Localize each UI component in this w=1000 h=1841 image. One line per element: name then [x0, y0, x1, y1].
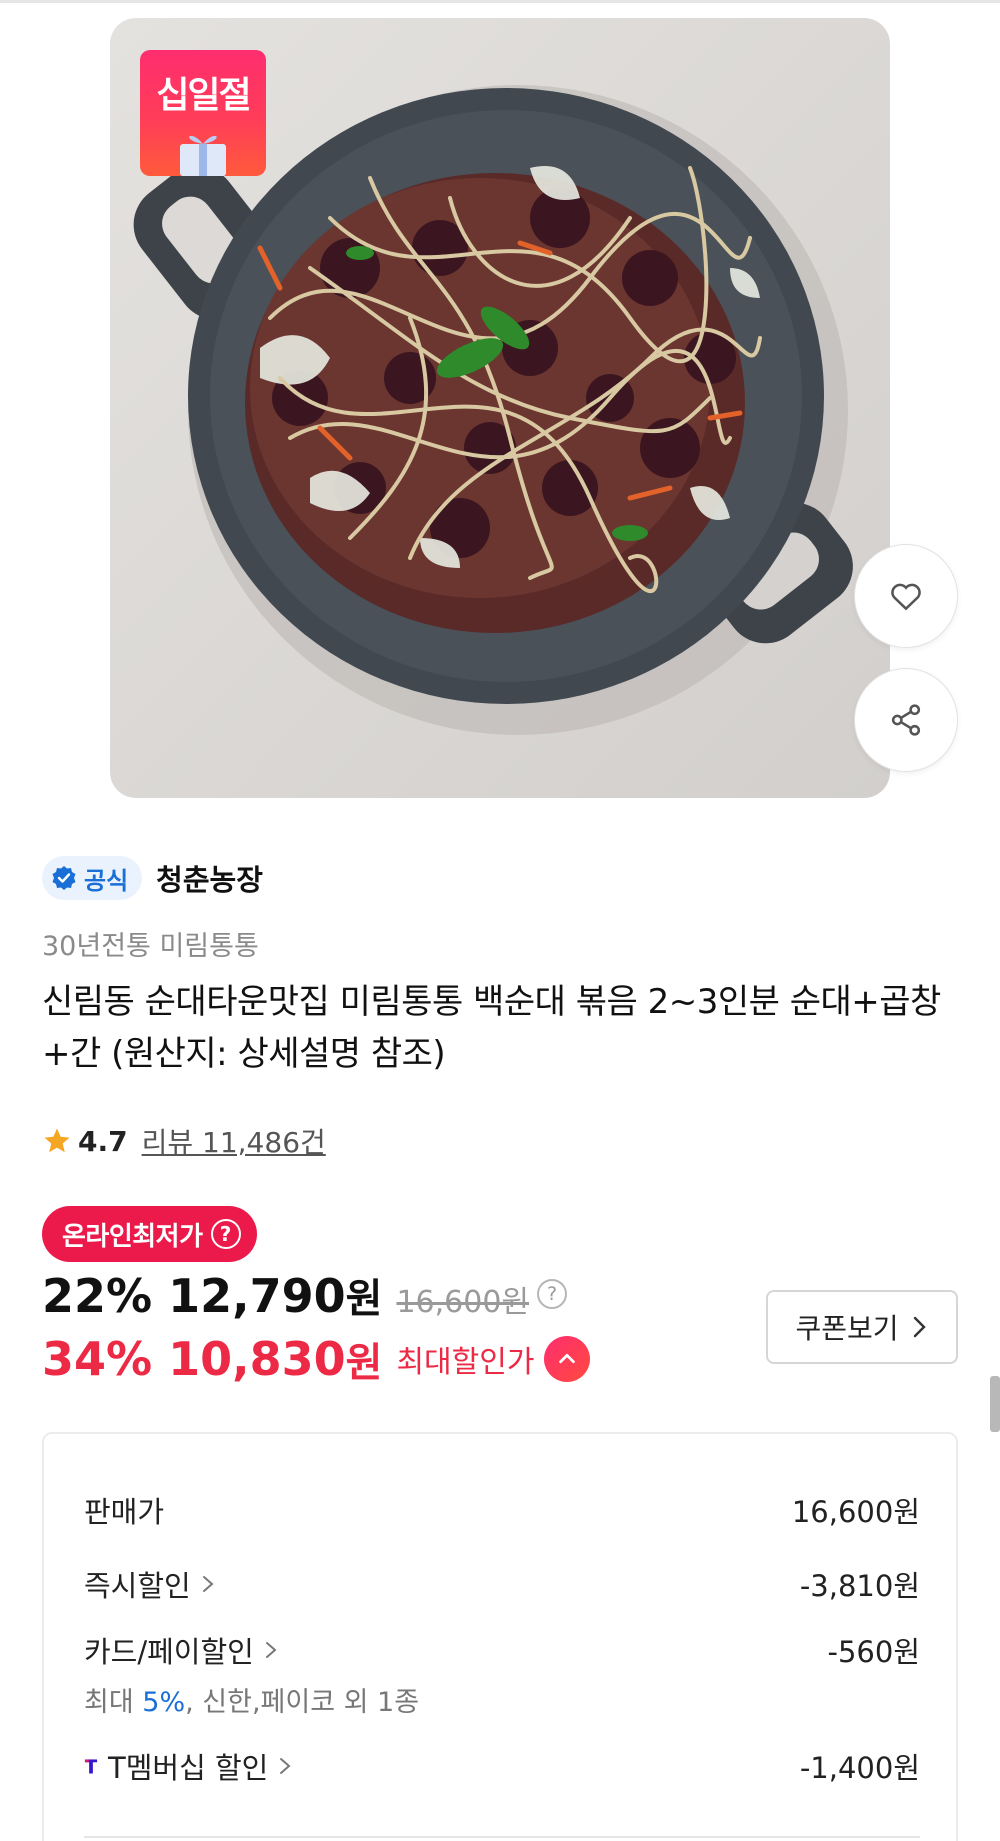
help-icon[interactable]: ? [210, 1219, 241, 1249]
seller-name[interactable]: 청춘농장 [156, 857, 263, 899]
price-breakdown: 판매가 16,600원 즉시할인 -3,810원 카드/페이할인 -560원 최… [42, 1432, 958, 1841]
t-membership-value: -1,400원 [799, 1751, 920, 1785]
event-badge-label: 십일절 [156, 75, 251, 116]
chevron-right-icon [265, 1642, 277, 1658]
chevron-up-icon [559, 1353, 576, 1364]
product-title: 신림동 순대타운맛집 미림통통 백순대 볶음 2~3인분 순대+곱창+간 (원산… [42, 982, 941, 1074]
brand-line[interactable]: 30년전통 미림통통 [42, 924, 259, 963]
instant-discount-value: -3,810원 [799, 1569, 920, 1603]
star-icon [44, 1128, 70, 1153]
rating-score: 4.7 [78, 1124, 128, 1158]
t-membership-label: T멤버십 할인 [108, 1751, 269, 1785]
discount-percent: 22% [42, 1269, 153, 1323]
card-detail-prefix: 최대 [84, 1687, 143, 1718]
max-discount-percent: 34% [42, 1332, 153, 1386]
coupon-button-label: 쿠폰보기 [795, 1312, 899, 1345]
review-count-link[interactable]: 리뷰 11,486건 [142, 1121, 326, 1161]
sale-price-unit: 원 [345, 1276, 383, 1322]
breakdown-divider [84, 1836, 920, 1838]
share-button[interactable] [854, 668, 958, 772]
sale-price-label: 판매가 [84, 1495, 165, 1529]
card-pay-discount-value: -560원 [827, 1635, 921, 1669]
sale-price-row: 22% 12,790 원 16,600원 ? [42, 1266, 568, 1323]
sale-price-value: 16,600원 [791, 1495, 920, 1529]
breakdown-row-sale-price: 판매가 16,600원 [84, 1488, 920, 1532]
rating-row[interactable]: 4.7 리뷰 11,486건 [42, 1120, 326, 1162]
official-badge: 공식 [42, 856, 143, 900]
card-pay-discount-detail: 최대 5%, 신한,페이코 외 1종 [84, 1680, 419, 1719]
wishlist-button[interactable] [854, 544, 958, 648]
breakdown-row-t-membership[interactable]: T멤버십 할인 -1,400원 [84, 1744, 920, 1788]
lowest-price-badge[interactable]: 온라인최저가 ? [42, 1206, 257, 1262]
official-label: 공식 [84, 866, 129, 895]
gift-icon [180, 135, 226, 176]
breakdown-row-instant-discount[interactable]: 즉시할인 -3,810원 [84, 1562, 920, 1606]
event-badge: 십일절 [140, 50, 266, 176]
breakdown-row-card-pay-discount[interactable]: 카드/페이할인 -560원 [84, 1628, 920, 1672]
chevron-right-icon [913, 1316, 926, 1338]
scrollbar-thumb[interactable] [990, 1376, 1000, 1432]
max-discount-unit: 원 [345, 1340, 383, 1386]
price-help-icon[interactable]: ? [537, 1279, 568, 1309]
card-pay-discount-label: 카드/페이할인 [84, 1635, 254, 1669]
max-discount-row: 34% 10,830 원 최대할인가 [42, 1330, 591, 1388]
max-discount-label: 최대할인가 [396, 1345, 535, 1380]
card-detail-suffix: , 신한,페이코 외 1종 [185, 1687, 420, 1718]
card-detail-highlight: 5% [142, 1687, 186, 1718]
collapse-breakdown-button[interactable] [544, 1336, 591, 1382]
chevron-right-icon [202, 1576, 214, 1592]
sale-price: 12,790 [168, 1269, 346, 1323]
coupon-button[interactable]: 쿠폰보기 [766, 1290, 958, 1364]
share-icon [891, 704, 921, 736]
original-price: 16,600원 [396, 1285, 530, 1320]
chevron-right-icon [280, 1758, 291, 1774]
instant-discount-label: 즉시할인 [84, 1569, 191, 1603]
lowest-price-label: 온라인최저가 [62, 1221, 203, 1252]
verified-check-icon [52, 866, 76, 890]
seller-row[interactable]: 공식 청춘농장 [42, 856, 263, 900]
heart-icon [891, 583, 921, 611]
t-membership-logo [84, 1759, 98, 1774]
max-discount-price: 10,830 [168, 1332, 346, 1386]
top-divider [0, 0, 1000, 3]
